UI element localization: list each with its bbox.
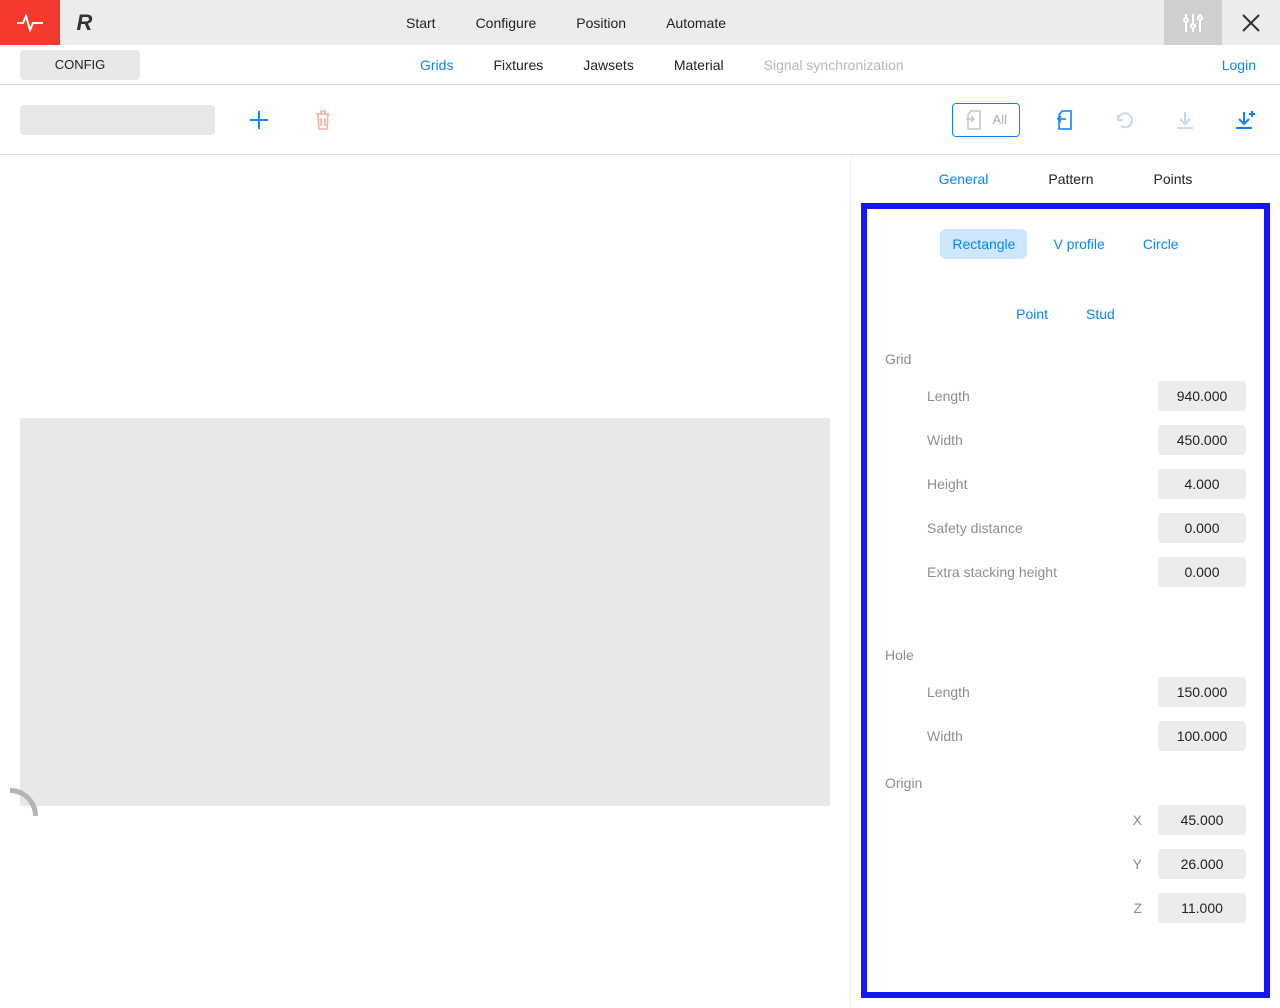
right-panel: General Pattern Points Rectangle V profi…	[851, 155, 1280, 1008]
secnav-grids[interactable]: Grids	[420, 57, 453, 73]
field-grid-length: Length	[885, 381, 1246, 411]
toolbar: All	[0, 85, 1280, 155]
label-origin-z: Z	[1133, 900, 1142, 916]
tab-pattern[interactable]: Pattern	[1048, 171, 1093, 187]
shape-circle[interactable]: Circle	[1131, 229, 1191, 259]
toolbar-right: All	[952, 103, 1260, 137]
canvas[interactable]	[20, 418, 830, 806]
topbar-left: R	[0, 0, 108, 45]
secnav-jawsets[interactable]: Jawsets	[583, 57, 634, 73]
label-origin-y: Y	[1133, 856, 1142, 872]
export-file-icon	[965, 110, 983, 130]
shape-stud[interactable]: Stud	[1074, 299, 1127, 329]
plus-icon	[248, 109, 270, 131]
field-grid-height: Height	[885, 469, 1246, 499]
input-grid-width[interactable]	[1158, 425, 1246, 455]
topbar-right	[1164, 0, 1280, 45]
shape-vprofile[interactable]: V profile	[1041, 229, 1116, 259]
nav-start[interactable]: Start	[406, 15, 436, 31]
field-grid-safety: Safety distance	[885, 513, 1246, 543]
tab-points[interactable]: Points	[1154, 171, 1193, 187]
download-plus-icon	[1233, 109, 1257, 131]
add-button[interactable]	[239, 100, 279, 140]
refresh-button[interactable]	[1110, 105, 1140, 135]
label-grid-safety: Safety distance	[927, 520, 1023, 536]
secnav-material[interactable]: Material	[674, 57, 724, 73]
login-link[interactable]: Login	[1222, 57, 1256, 73]
pulse-icon	[16, 14, 44, 32]
label-origin-x: X	[1133, 812, 1142, 828]
tab-general[interactable]: General	[939, 171, 989, 187]
origin-arc-icon	[10, 788, 38, 816]
field-grid-width: Width	[885, 425, 1246, 455]
input-grid-extra[interactable]	[1158, 557, 1246, 587]
section-origin-title: Origin	[885, 775, 1246, 791]
sliders-icon	[1182, 12, 1204, 34]
canvas-area	[0, 155, 851, 1008]
refresh-icon	[1114, 109, 1136, 131]
delete-button[interactable]	[303, 100, 343, 140]
field-origin-z: Z	[885, 893, 1246, 923]
field-hole-width: Width	[885, 721, 1246, 751]
download-icon	[1174, 109, 1196, 131]
brand-red-box[interactable]	[0, 0, 60, 45]
all-label: All	[993, 112, 1007, 127]
nav-configure[interactable]: Configure	[476, 15, 537, 31]
close-button[interactable]	[1222, 0, 1280, 45]
input-origin-z[interactable]	[1158, 893, 1246, 923]
topnav: Start Configure Position Automate	[108, 15, 1164, 31]
label-hole-length: Length	[927, 684, 970, 700]
logo-r: R	[60, 0, 108, 45]
import-button[interactable]	[1050, 105, 1080, 135]
input-grid-height[interactable]	[1158, 469, 1246, 499]
field-grid-extra: Extra stacking height	[885, 557, 1246, 587]
close-icon	[1241, 13, 1261, 33]
nav-automate[interactable]: Automate	[666, 15, 726, 31]
field-hole-length: Length	[885, 677, 1246, 707]
download-button[interactable]	[1170, 105, 1200, 135]
settings-sliders-button[interactable]	[1164, 0, 1222, 45]
input-origin-x[interactable]	[1158, 805, 1246, 835]
secnav-signal-sync: Signal synchronization	[764, 57, 904, 73]
label-grid-length: Length	[927, 388, 970, 404]
export-all-button[interactable]: All	[952, 103, 1020, 137]
section-grid-title: Grid	[885, 351, 1246, 367]
topbar: R Start Configure Position Automate	[0, 0, 1280, 45]
label-grid-width: Width	[927, 432, 963, 448]
label-hole-width: Width	[927, 728, 963, 744]
import-file-icon	[1056, 110, 1074, 130]
secnav-fixtures[interactable]: Fixtures	[493, 57, 543, 73]
input-origin-y[interactable]	[1158, 849, 1246, 879]
field-origin-x: X	[885, 805, 1246, 835]
general-panel-content: Rectangle V profile Circle Point Stud Gr…	[861, 203, 1270, 998]
name-input[interactable]	[20, 105, 215, 135]
input-hole-width[interactable]	[1158, 721, 1246, 751]
section-hole-title: Hole	[885, 647, 1246, 663]
download-plus-button[interactable]	[1230, 105, 1260, 135]
main: General Pattern Points Rectangle V profi…	[0, 155, 1280, 1008]
shape-tabs: Rectangle V profile Circle Point Stud	[885, 229, 1246, 329]
shape-point[interactable]: Point	[1004, 299, 1060, 329]
secondary-bar: CONFIG Grids Fixtures Jawsets Material S…	[0, 45, 1280, 85]
trash-icon	[313, 109, 333, 131]
label-grid-height: Height	[927, 476, 967, 492]
input-grid-length[interactable]	[1158, 381, 1246, 411]
secondary-nav: Grids Fixtures Jawsets Material Signal s…	[420, 57, 904, 73]
input-hole-length[interactable]	[1158, 677, 1246, 707]
nav-position[interactable]: Position	[576, 15, 626, 31]
panel-tabs: General Pattern Points	[851, 155, 1280, 203]
input-grid-safety[interactable]	[1158, 513, 1246, 543]
field-origin-y: Y	[885, 849, 1246, 879]
shape-rectangle[interactable]: Rectangle	[940, 229, 1027, 259]
label-grid-extra: Extra stacking height	[927, 564, 1057, 580]
config-button[interactable]: CONFIG	[20, 50, 140, 80]
